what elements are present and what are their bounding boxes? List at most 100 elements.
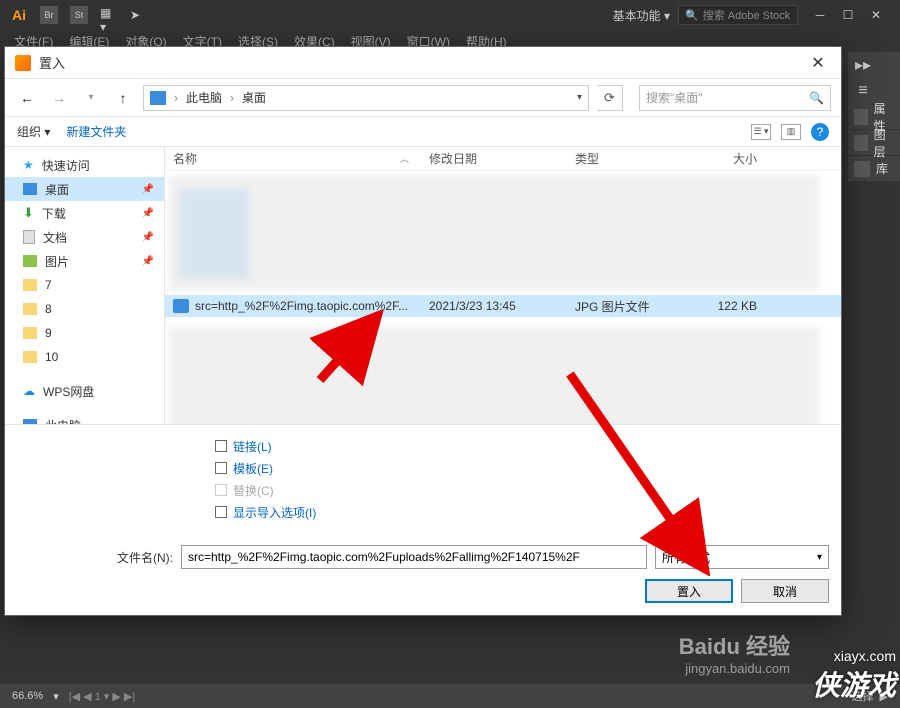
tree-folder-9[interactable]: 9: [5, 321, 164, 345]
blurred-files: [169, 327, 819, 424]
chevron-icon: ›: [174, 91, 178, 105]
filetype-select[interactable]: 所有格式▾: [655, 545, 829, 569]
file-list-header: 名称︿ 修改日期 类型 大小: [165, 147, 841, 171]
filename-input[interactable]: [181, 545, 647, 569]
zoom-level[interactable]: 66.6%: [12, 690, 43, 702]
blurred-files: [169, 175, 819, 291]
tree-desktop[interactable]: 桌面📌: [5, 177, 164, 201]
nav-back-button[interactable]: ←: [15, 86, 39, 110]
watermark-xiayx: xiayx.com 侠游戏: [812, 648, 896, 704]
pin-icon: 📌: [142, 184, 154, 195]
blurred-thumb: [179, 189, 249, 279]
file-date: 2021/3/23 13:45: [429, 299, 575, 313]
place-dialog: 置入 ✕ ← → ▾ ↑ › 此电脑 › 桌面 ▾ ⟳ 搜索"桌面" 🔍 组织 …: [4, 46, 842, 616]
col-date[interactable]: 修改日期: [429, 150, 575, 167]
path-breadcrumb[interactable]: › 此电脑 › 桌面 ▾: [143, 85, 589, 111]
wps-icon: ☁: [23, 384, 35, 398]
stock-search[interactable]: 🔍 搜索 Adobe Stock: [678, 5, 798, 25]
col-type[interactable]: 类型: [575, 150, 697, 167]
nav-tree: ★快速访问 桌面📌 ⬇下载📌 文档📌 图片📌 7 8 9 10 ☁WPS网盘 此…: [5, 147, 165, 424]
search-icon: 🔍: [685, 9, 699, 22]
ai-logo-icon: Ai: [10, 6, 28, 24]
new-folder-button[interactable]: 新建文件夹: [66, 123, 126, 140]
folder-search-input[interactable]: 搜索"桌面" 🔍: [639, 85, 831, 111]
nav-recent-button[interactable]: ▾: [79, 86, 103, 110]
checkbox-icon[interactable]: [215, 440, 227, 452]
panel-layers[interactable]: 图层: [848, 130, 900, 156]
gpu-icon[interactable]: ➤: [130, 8, 140, 22]
path-folder[interactable]: 桌面: [242, 89, 266, 106]
view-mode-button[interactable]: ☰ ▾: [751, 124, 771, 140]
col-size[interactable]: 大小: [697, 150, 757, 167]
ai-app-header: Ai Br St ▦ ▾ ➤ 基本功能 ▾ 🔍 搜索 Adobe Stock ─…: [0, 0, 900, 30]
dialog-buttons: 置入 取消: [5, 579, 841, 615]
dialog-app-icon: [15, 55, 31, 71]
minimize-button[interactable]: ─: [806, 5, 834, 25]
ai-panel-rail: ▸▸ ≡ 属性 图层 库: [848, 52, 900, 182]
file-name: src=http_%2F%2Fimg.taopic.com%2F...: [195, 299, 408, 313]
filename-row: 文件名(N): 所有格式▾: [5, 535, 841, 579]
dialog-nav-row: ← → ▾ ↑ › 此电脑 › 桌面 ▾ ⟳ 搜索"桌面" 🔍: [5, 79, 841, 117]
tree-downloads[interactable]: ⬇下载📌: [5, 201, 164, 225]
nav-forward-button[interactable]: →: [47, 86, 71, 110]
document-icon: [23, 230, 35, 244]
layers-icon: [854, 135, 868, 151]
file-size: 122 KB: [697, 299, 757, 313]
help-icon[interactable]: ?: [811, 123, 829, 141]
path-dropdown-icon[interactable]: ▾: [577, 92, 582, 103]
folder-icon: [23, 327, 37, 339]
dialog-title: 置入: [39, 53, 65, 72]
folder-icon: [23, 303, 37, 315]
opt-show-import[interactable]: 显示导入选项(I): [215, 501, 829, 523]
star-icon: ★: [23, 158, 34, 172]
opt-template[interactable]: 模板(E): [215, 457, 829, 479]
checkbox-icon: [215, 484, 227, 496]
folder-icon: [23, 351, 37, 363]
checkbox-icon[interactable]: [215, 462, 227, 474]
jpg-icon: [173, 299, 189, 313]
artboard-nav[interactable]: |◀ ◀ 1 ▾ ▶ ▶|: [69, 690, 135, 703]
place-button[interactable]: 置入: [645, 579, 733, 603]
tree-quick-access[interactable]: ★快速访问: [5, 153, 164, 177]
dialog-close-button[interactable]: ✕: [805, 50, 831, 76]
tree-folder-10[interactable]: 10: [5, 345, 164, 369]
stock-icon[interactable]: St: [70, 6, 88, 24]
tree-wps[interactable]: ☁WPS网盘: [5, 379, 164, 403]
pin-icon: 📌: [142, 232, 154, 243]
tree-folder-7[interactable]: 7: [5, 273, 164, 297]
bridge-icon[interactable]: Br: [40, 6, 58, 24]
preview-pane-button[interactable]: ▥: [781, 124, 801, 140]
ai-status-bar: 66.6%▾ |◀ ◀ 1 ▾ ▶ ▶| 选择 ▶: [0, 684, 900, 708]
file-row-selected[interactable]: src=http_%2F%2Fimg.taopic.com%2F... 2021…: [165, 295, 841, 317]
opt-link[interactable]: 链接(L): [215, 435, 829, 457]
cancel-button[interactable]: 取消: [741, 579, 829, 603]
download-icon: ⬇: [23, 205, 34, 221]
tree-this-pc[interactable]: 此电脑: [5, 413, 164, 424]
tree-pictures[interactable]: 图片📌: [5, 249, 164, 273]
tree-folder-8[interactable]: 8: [5, 297, 164, 321]
search-icon: 🔍: [809, 91, 824, 105]
file-list-area: 名称︿ 修改日期 类型 大小 src=http_%2F%2Fimg.taopic…: [165, 147, 841, 424]
maximize-button[interactable]: ☐: [834, 5, 862, 25]
pin-icon: 📌: [142, 256, 154, 267]
nav-up-button[interactable]: ↑: [111, 86, 135, 110]
close-button[interactable]: ✕: [862, 5, 890, 25]
file-type: JPG 图片文件: [575, 298, 697, 315]
properties-icon: [854, 109, 868, 125]
arrange-icon[interactable]: ▦ ▾: [100, 6, 118, 24]
workspace-switcher[interactable]: 基本功能 ▾: [613, 7, 670, 24]
pc-icon: [150, 91, 166, 105]
organize-button[interactable]: 组织 ▾: [17, 123, 50, 140]
rail-expand-icon[interactable]: ▸▸: [848, 52, 878, 78]
path-root[interactable]: 此电脑: [186, 89, 222, 106]
checkbox-icon[interactable]: [215, 506, 227, 518]
tree-documents[interactable]: 文档📌: [5, 225, 164, 249]
sort-asc-icon: ︿: [400, 152, 409, 165]
col-name[interactable]: 名称︿: [173, 150, 429, 167]
opt-replace: 替换(C): [215, 479, 829, 501]
desktop-icon: [23, 183, 37, 195]
filename-label: 文件名(N):: [117, 549, 173, 566]
panel-libraries[interactable]: 库: [848, 156, 900, 182]
watermark-baidu: Baidu 经验 jingyan.baidu.com: [679, 633, 790, 678]
refresh-button[interactable]: ⟳: [597, 85, 623, 111]
